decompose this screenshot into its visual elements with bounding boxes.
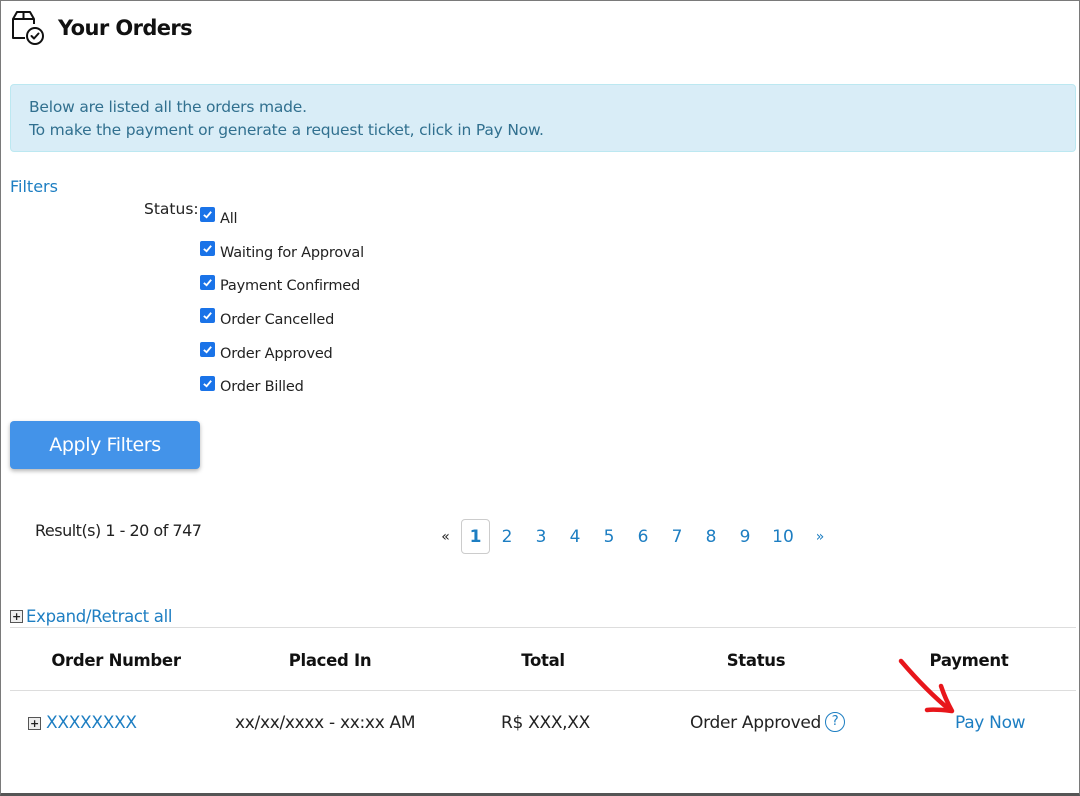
status-option-payment-confirmed[interactable]: Payment Confirmed [200,269,364,303]
pagination-next[interactable]: » [804,529,836,545]
status-option-label: Order Billed [220,379,304,396]
checkbox-checked-icon[interactable] [200,375,215,391]
annotation-arrow-icon [898,658,955,714]
pagination-prev[interactable]: « [430,529,461,545]
status-option-label: Order Approved [220,345,333,362]
expand-retract-all-link[interactable]: + Expand/Retract all [10,607,172,626]
pagination-page[interactable]: 3 [524,527,558,547]
plus-box-icon[interactable]: + [28,716,41,730]
status-option-order-approved[interactable]: Order Approved [200,337,364,371]
pagination-page[interactable]: 10 [762,527,804,547]
pay-now-link[interactable]: Pay Now [955,713,1026,733]
column-header-order-number: Order Number [51,651,181,670]
table-row-total: R$ XXX,XX [501,713,590,733]
status-option-order-cancelled[interactable]: Order Cancelled [200,303,364,337]
status-option-label: All [220,210,238,227]
table-row-order-number[interactable]: + XXXXXXXX [28,713,137,733]
pagination-page[interactable]: 6 [626,527,660,547]
status-option-order-billed[interactable]: Order Billed [200,370,364,404]
checkbox-checked-icon[interactable] [200,241,215,257]
page-header: Your Orders [10,10,193,46]
checkbox-checked-icon[interactable] [200,342,215,358]
pagination-page[interactable]: 2 [490,527,524,547]
page-title: Your Orders [58,16,193,40]
status-option-all[interactable]: All [200,202,364,236]
pagination-page[interactable]: 7 [660,527,694,547]
help-question-icon[interactable]: ? [825,711,846,732]
apply-filters-button[interactable]: Apply Filters [10,421,200,469]
column-header-total: Total [521,651,565,670]
info-alert: Below are listed all the orders made. To… [10,84,1076,152]
status-option-waiting-for-approval[interactable]: Waiting for Approval [200,236,364,270]
expand-retract-label: Expand/Retract all [26,607,173,626]
checkbox-checked-icon[interactable] [200,207,215,223]
pagination-page-current[interactable]: 1 [461,519,490,554]
alert-line-2: To make the payment or generate a reques… [29,121,544,139]
status-option-label: Order Cancelled [220,311,335,328]
status-checkbox-list: All Waiting for Approval Payment Confirm… [200,202,364,404]
pagination-page[interactable]: 8 [694,527,728,547]
order-status-text: Order Approved [690,713,822,733]
status-filter-label: Status: [144,200,199,218]
checkbox-checked-icon[interactable] [200,308,215,324]
table-row-status: Order Approved? [690,711,846,735]
order-number-link[interactable]: XXXXXXXX [46,713,137,733]
status-option-label: Waiting for Approval [220,244,364,261]
status-option-label: Payment Confirmed [220,278,360,295]
column-header-status: Status [726,651,786,670]
pagination-page[interactable]: 9 [728,527,762,547]
table-divider [10,627,1076,628]
pagination: « 1 2 3 4 5 6 7 8 9 10 » [430,519,836,554]
results-count: Result(s) 1 - 20 of 747 [35,521,202,540]
filters-toggle-link[interactable]: Filters [10,177,58,196]
plus-box-icon: + [10,610,23,623]
box-check-icon [12,11,44,45]
table-row-placed-in: xx/xx/xxxx - xx:xx AM [235,713,416,733]
column-header-placed-in: Placed In [288,651,372,670]
checkbox-checked-icon[interactable] [200,274,215,290]
pagination-page[interactable]: 5 [592,527,626,547]
alert-line-1: Below are listed all the orders made. [29,98,307,116]
pagination-page[interactable]: 4 [558,527,592,547]
